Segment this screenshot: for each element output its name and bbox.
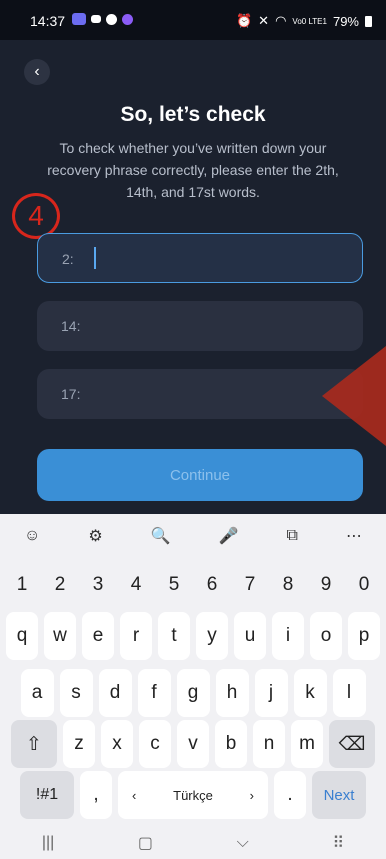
key[interactable]: q [6, 612, 38, 660]
space-key[interactable]: ‹ Türkçe › [118, 771, 268, 819]
signal-text: Vo0 LTE1 [292, 16, 327, 26]
emoji-icon[interactable]: ☺ [24, 527, 40, 545]
clipboard-icon[interactable]: ⧉ [287, 527, 298, 545]
status-time: 14:37 [30, 13, 66, 29]
word-2-label: 2: [62, 251, 74, 267]
keyboard: ☺ ⚙ 🔍 🎤 ⧉ ⋯ 1 2 3 4 5 6 7 8 9 0 q w e r … [0, 514, 386, 859]
key[interactable]: o [310, 612, 342, 660]
bottom-row: !#1 , ‹ Türkçe › . Next [0, 771, 386, 819]
recent-apps-icon[interactable]: ||| [42, 834, 54, 852]
key[interactable]: l [332, 669, 366, 717]
key[interactable]: a [20, 669, 54, 717]
key[interactable]: 2 [44, 561, 76, 609]
next-key[interactable]: Next [312, 771, 366, 819]
key[interactable]: 8 [272, 561, 304, 609]
key[interactable]: b [215, 720, 247, 768]
key[interactable]: 5 [158, 561, 190, 609]
key[interactable]: p [348, 612, 380, 660]
space-label: Türkçe [173, 787, 213, 803]
shift-icon: ⇧ [26, 733, 42, 755]
word-17-label: 17: [61, 386, 81, 402]
key[interactable]: j [254, 669, 288, 717]
microphone-icon[interactable]: 🎤 [219, 526, 239, 546]
status-right: ⏰ ✕ ◠ Vo0 LTE1 79% [236, 13, 372, 29]
word-14-label: 14: [61, 318, 81, 334]
key[interactable]: w [44, 612, 76, 660]
key[interactable]: e [82, 612, 114, 660]
key[interactable]: 7 [234, 561, 266, 609]
key[interactable]: k [293, 669, 327, 717]
battery-percent: 79% [332, 13, 359, 29]
key[interactable]: f [137, 669, 171, 717]
messenger-icon [122, 13, 133, 25]
key[interactable]: 6 [196, 561, 228, 609]
battery-icon [365, 15, 372, 27]
cursor-left-icon: ‹ [132, 787, 137, 803]
period-key[interactable]: . [274, 771, 306, 819]
key[interactable]: 0 [348, 561, 380, 609]
cursor-right-icon: › [249, 787, 254, 803]
key[interactable]: g [176, 669, 210, 717]
app-notification-icon [106, 13, 117, 25]
word-14-input[interactable]: 14: [37, 301, 363, 351]
wifi-icon: ◠ [275, 13, 287, 28]
settings-icon[interactable]: ⚙ [88, 526, 102, 546]
text-cursor [94, 247, 96, 269]
letter-row-1: q w e r t y u i o p [0, 612, 386, 660]
status-bar: 14:37 ⏰ ✕ ◠ Vo0 LTE1 79% [0, 0, 386, 40]
number-row: 1 2 3 4 5 6 7 8 9 0 [0, 561, 386, 609]
key[interactable]: m [291, 720, 323, 768]
back-nav-icon[interactable]: ⌵ [237, 834, 249, 852]
page-subtitle: To check whether you’ve written down you… [47, 140, 339, 200]
key[interactable]: s [59, 669, 93, 717]
backspace-key[interactable]: ⌫ [329, 720, 375, 768]
home-icon[interactable]: ▢ [138, 833, 153, 853]
letter-row-2: a s d f g h j k l [0, 669, 386, 717]
shift-key[interactable]: ⇧ [11, 720, 57, 768]
word-2-input[interactable]: 2: [37, 233, 363, 283]
alarm-icon: ⏰ [235, 13, 253, 28]
notification-icons [72, 13, 133, 25]
key[interactable]: r [120, 612, 152, 660]
back-button[interactable]: ‹ [24, 59, 50, 85]
comma-key[interactable]: , [80, 771, 112, 819]
key[interactable]: u [234, 612, 266, 660]
key[interactable]: x [101, 720, 133, 768]
key[interactable]: z [63, 720, 95, 768]
infinity-app-icon [72, 13, 86, 25]
backspace-icon: ⌫ [338, 733, 366, 755]
key[interactable]: c [139, 720, 171, 768]
video-icon [91, 15, 101, 23]
keyboard-switch-icon[interactable]: ⠿ [332, 833, 344, 853]
key[interactable]: t [158, 612, 190, 660]
continue-button[interactable]: Continue [37, 449, 363, 501]
key[interactable]: h [215, 669, 249, 717]
key[interactable]: 1 [6, 561, 38, 609]
key[interactable]: i [272, 612, 304, 660]
app-screen: 14:37 ⏰ ✕ ◠ Vo0 LTE1 79% ‹ So, let’s che… [0, 0, 386, 514]
annotation-arrow [322, 346, 386, 446]
letter-row-3: ⇧ z x c v b n m ⌫ [0, 720, 386, 768]
word-17-input[interactable]: 17: [37, 369, 363, 419]
key[interactable]: n [253, 720, 285, 768]
search-icon[interactable]: 🔍 [151, 526, 171, 546]
navigation-bar: ||| ▢ ⌵ ⠿ [0, 827, 386, 859]
chevron-left-icon: ‹ [34, 63, 40, 80]
symbols-key[interactable]: !#1 [20, 771, 74, 819]
key[interactable]: 4 [120, 561, 152, 609]
key[interactable]: d [98, 669, 132, 717]
mute-icon: ✕ [258, 13, 270, 28]
more-icon[interactable]: ⋯ [346, 526, 362, 546]
key[interactable]: y [196, 612, 228, 660]
key[interactable]: v [177, 720, 209, 768]
key[interactable]: 9 [310, 561, 342, 609]
key[interactable]: 3 [82, 561, 114, 609]
keyboard-toolbar: ☺ ⚙ 🔍 🎤 ⧉ ⋯ [0, 514, 386, 558]
page-title: So, let’s check [120, 103, 266, 126]
